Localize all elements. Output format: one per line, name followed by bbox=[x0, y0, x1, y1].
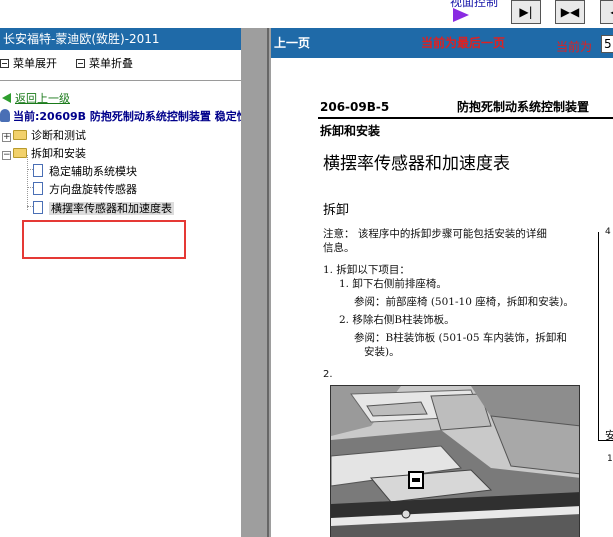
reference-text: 参阅：前部座椅 (501-10 座椅，拆卸和安装)。 bbox=[354, 296, 574, 308]
collapse-menu-button[interactable]: 菜单折叠 bbox=[76, 55, 133, 71]
current-path-text: 当前:20609B 防抱死制动系统控制装置 稳定性控 bbox=[13, 110, 259, 123]
doc-title: 横摆率传感器和加速度表 bbox=[323, 154, 510, 174]
last-page-message: 当前为最后一页 bbox=[421, 36, 506, 50]
collapse-icon bbox=[76, 59, 85, 68]
tree-connector bbox=[27, 155, 28, 210]
tree-leaf[interactable]: 方向盘旋转传感器 bbox=[33, 181, 137, 197]
doc-section: 防抱死制动系统控制装置 bbox=[457, 100, 590, 114]
current-page-label: 当前为 bbox=[556, 40, 593, 54]
tree-folder-label: 诊断和测试 bbox=[31, 129, 86, 142]
top-toolbar: 视面控制 ▶| ▶◀ ◀ bbox=[0, 0, 613, 28]
last-page-button[interactable]: ◀ bbox=[600, 0, 613, 24]
play-right-icon: ▶| bbox=[519, 5, 533, 19]
document-icon bbox=[33, 201, 43, 214]
expand-plus-icon[interactable]: + bbox=[2, 133, 11, 142]
folder-icon bbox=[13, 130, 27, 140]
note-text: 注意： 该程序中的拆卸步骤可能包括安装的详细 bbox=[323, 228, 547, 240]
back-label: 返回上一级 bbox=[15, 92, 70, 105]
collapse-label: 菜单折叠 bbox=[89, 57, 133, 70]
note-text: 信息。 bbox=[323, 242, 355, 254]
document-icon bbox=[33, 182, 43, 195]
step-number: 2. bbox=[323, 369, 333, 380]
doc-rule bbox=[318, 117, 613, 119]
left-tree-pane: 长安福特-蒙迪欧(致胜)-2011 菜单展开 菜单折叠 返回上一级 当前:206… bbox=[0, 28, 259, 537]
tree-leaf-label: 方向盘旋转传感器 bbox=[49, 183, 137, 196]
next-page-button[interactable]: ▶| bbox=[511, 0, 541, 24]
step-heading: 拆卸 bbox=[323, 203, 350, 218]
tree-folder-label: 拆卸和安装 bbox=[31, 147, 86, 160]
right-column-text: 安 bbox=[605, 429, 613, 442]
tree-leaf-label: 横摆率传感器和加速度表 bbox=[49, 202, 174, 215]
expand-label: 菜单展开 bbox=[13, 57, 57, 70]
tree-folder-diagnostics[interactable]: + 诊断和测试 bbox=[2, 127, 86, 143]
red-highlight-box bbox=[22, 220, 186, 259]
document-content: 206-09B-5 防抱死制动系统控制装置 拆卸和安装 横摆率传感器和加速度表 … bbox=[271, 64, 613, 537]
arrow-left-icon: ◀ bbox=[601, 4, 613, 20]
substep-text: 2. 移除右侧B柱装饰板。 bbox=[339, 314, 455, 326]
previous-page-link[interactable]: 上一页 bbox=[274, 34, 310, 51]
divider bbox=[0, 80, 241, 81]
purple-arrow-icon bbox=[453, 8, 469, 22]
right-column-number: 1 bbox=[607, 454, 613, 464]
back-arrow-icon bbox=[2, 93, 11, 103]
document-header: 上一页 当前为最后一页 当前为 bbox=[271, 28, 613, 58]
substep-text: 1. 卸下右侧前排座椅。 bbox=[339, 278, 447, 290]
right-column-frame bbox=[598, 232, 613, 441]
vehicle-floor-illustration bbox=[331, 386, 579, 537]
expand-icon bbox=[0, 59, 9, 68]
bidirectional-icon: ▶◀ bbox=[560, 5, 580, 19]
user-icon bbox=[0, 109, 10, 122]
expand-menu-button[interactable]: 菜单展开 bbox=[0, 55, 57, 71]
page-number-input[interactable] bbox=[601, 35, 613, 53]
tree-leaf[interactable]: 稳定辅助系统模块 bbox=[33, 163, 137, 179]
document-icon bbox=[33, 164, 43, 177]
folder-open-icon bbox=[13, 148, 27, 158]
right-column-number: 4 bbox=[605, 227, 611, 237]
reference-text: 参阅：B柱装饰板 (501-05 车内装饰，拆卸和 bbox=[354, 332, 567, 344]
tree-leaf-label: 稳定辅助系统模块 bbox=[49, 165, 137, 178]
doc-code: 206-09B-5 bbox=[320, 100, 390, 114]
step-text: 1. 拆卸以下项目： bbox=[323, 264, 410, 276]
splitter-edge bbox=[267, 28, 269, 537]
back-link[interactable]: 返回上一级 bbox=[2, 90, 70, 106]
doc-subtitle: 拆卸和安装 bbox=[320, 124, 381, 138]
collapse-minus-icon[interactable]: − bbox=[2, 151, 11, 160]
reference-text: 安装)。 bbox=[364, 346, 400, 358]
vehicle-title: 长安福特-蒙迪欧(致胜)-2011 bbox=[0, 28, 241, 50]
tree-leaf-selected[interactable]: 横摆率传感器和加速度表 bbox=[33, 200, 174, 216]
document-pane: 上一页 当前为最后一页 当前为 206-09B-5 防抱死制动系统控制装置 拆卸… bbox=[271, 28, 613, 537]
tree-folder-removal[interactable]: − 拆卸和安装 bbox=[2, 145, 86, 161]
two-page-button[interactable]: ▶◀ bbox=[555, 0, 585, 24]
installation-figure bbox=[330, 385, 580, 537]
pane-splitter[interactable] bbox=[241, 28, 271, 537]
